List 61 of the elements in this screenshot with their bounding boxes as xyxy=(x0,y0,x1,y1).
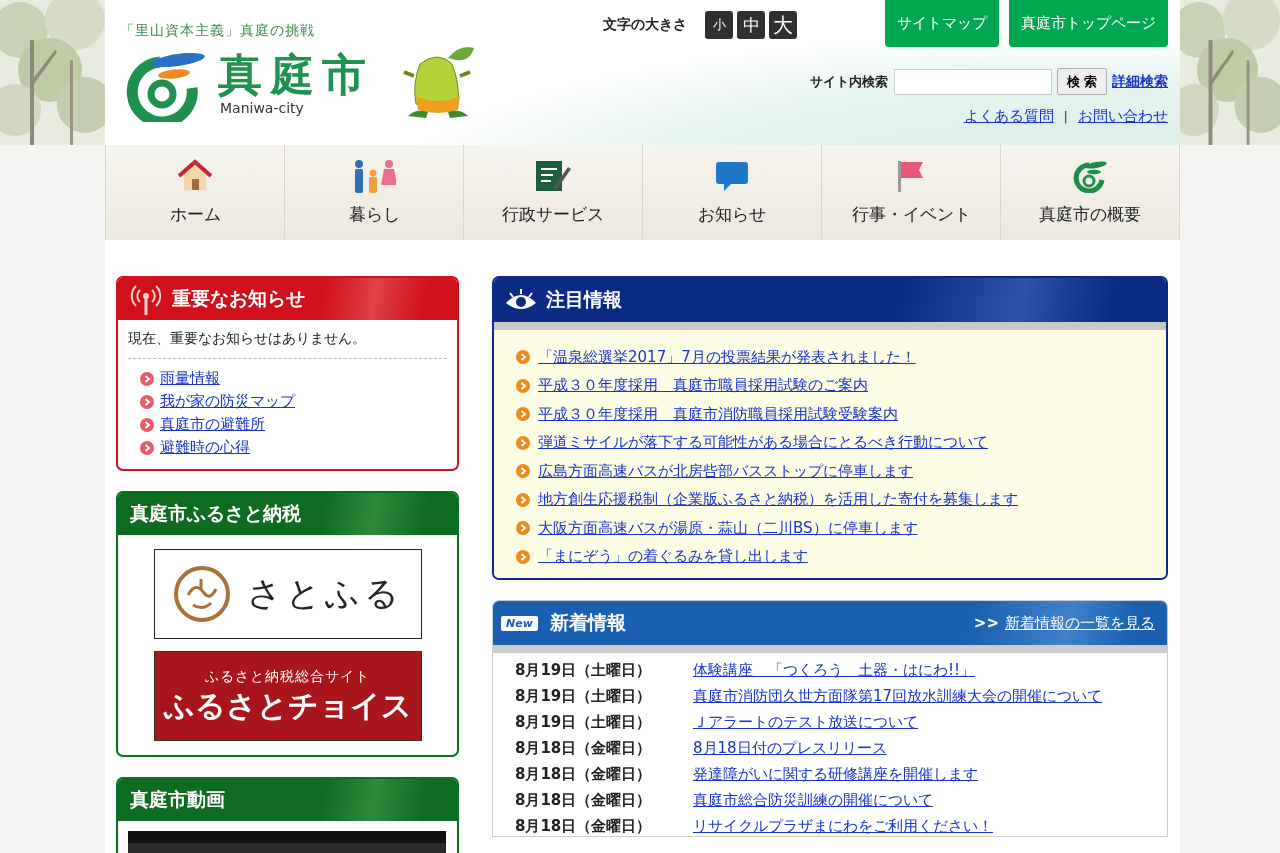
stamp-icon xyxy=(172,565,231,623)
news-date: 8月18日（金曜日） xyxy=(515,765,653,784)
news-link[interactable]: 発達障がいに関する研修講座を開催します xyxy=(693,765,1167,784)
contact-link[interactable]: お問い合わせ xyxy=(1078,107,1168,126)
furusato-choice-banner[interactable]: ふるさと納税総合サイト ふるさとチョイス xyxy=(153,651,422,741)
font-size-button[interactable]: 大 xyxy=(769,11,797,39)
news-date: 8月18日（金曜日） xyxy=(515,817,653,836)
news-date: 8月18日（金曜日） xyxy=(515,791,653,810)
search-button[interactable]: 検 索 xyxy=(1057,68,1107,95)
news-link[interactable]: 真庭市総合防災訓練の開催について xyxy=(693,791,1167,810)
featured-link[interactable]: 広島方面高速バスが北房呰部バスストップに停車します xyxy=(538,461,913,481)
news-link[interactable]: Ｊアラートのテスト放送について xyxy=(693,713,1167,732)
panel-title: 新着情報 xyxy=(549,610,626,635)
city-name: 真庭市 xyxy=(218,50,374,100)
notice-link[interactable]: 我が家の防災マップ xyxy=(160,392,295,411)
banner-subtitle: ふるさと納税総合サイト xyxy=(205,667,370,685)
notice-link[interactable]: 真庭市の避難所 xyxy=(160,415,265,434)
panel-title: 注目情報 xyxy=(546,287,622,312)
featured-link[interactable]: 地方創生応援税制（企業版ふるさと納税）を活用した寄付を募集します xyxy=(538,490,1018,510)
featured-link[interactable]: 平成３０年度採用 真庭市消防職員採用試験受験案内 xyxy=(538,404,898,424)
font-size-label: 文字の大きさ xyxy=(603,16,687,34)
advanced-search-link[interactable]: 詳細検索 xyxy=(1112,72,1168,91)
font-size-button[interactable]: 小 xyxy=(705,11,733,39)
city-name-romaji: Maniwa-city xyxy=(220,100,305,116)
city-emblem-icon xyxy=(1071,159,1109,193)
banner-title: さとふる xyxy=(246,572,403,615)
notice-link[interactable]: 雨量情報 xyxy=(160,369,220,388)
family-icon xyxy=(352,159,396,193)
news-link[interactable]: 体験講座 「つくろう 土器・はにわ!!」 xyxy=(693,661,1167,680)
news-link[interactable]: 8月18日付のプレスリリース xyxy=(693,739,1167,758)
satofuru-banner[interactable]: さとふる xyxy=(153,549,422,639)
faq-link[interactable]: よくある質問 xyxy=(963,107,1054,126)
tagline: 「里山資本主義」真庭の挑戦 xyxy=(120,22,316,40)
panel-title: 真庭市動画 xyxy=(130,787,225,812)
new-sign: New xyxy=(501,615,538,631)
news-date: 8月18日（金曜日） xyxy=(515,739,653,758)
featured-link[interactable]: 弾道ミサイルが落下する可能性がある場合にとるべき行動について xyxy=(538,433,988,453)
news-date: 8月19日（土曜日） xyxy=(515,661,653,680)
house-icon xyxy=(178,159,212,193)
featured-link[interactable]: 平成３０年度採用 真庭市職員採用試験のご案内 xyxy=(538,376,868,396)
news-link[interactable]: 真庭市消防団久世方面隊第17回放水訓練大会の開催について xyxy=(693,687,1167,706)
speech-bubble-icon xyxy=(715,159,749,193)
notice-link[interactable]: 避難時の心得 xyxy=(160,438,250,457)
banner-title: ふるさとチョイス xyxy=(163,687,412,725)
notice-message: 現在、重要なお知らせはありません。 xyxy=(128,330,447,359)
news-date: 8月19日（土曜日） xyxy=(515,713,653,732)
antenna-icon xyxy=(128,282,164,316)
font-size-button[interactable]: 中 xyxy=(737,11,765,39)
panel-title: 重要なお知らせ xyxy=(172,286,305,311)
panel-title: 真庭市ふるさと納税 xyxy=(130,501,301,526)
link-separator: | xyxy=(1063,109,1068,124)
news-list-link[interactable]: 新着情報の一覧を見る xyxy=(1005,613,1155,633)
search-label: サイト内検索 xyxy=(810,72,888,91)
document-pen-icon xyxy=(534,159,572,193)
search-field[interactable] xyxy=(894,68,1052,95)
featured-link[interactable]: 大阪方面高速バスが湯原・蒜山（二川BS）に停車します xyxy=(538,518,918,538)
link-arrows: >> xyxy=(973,613,999,633)
featured-link[interactable]: 「まにぞう」の着ぐるみを貸し出します xyxy=(538,547,808,567)
featured-link[interactable]: 「温泉総選挙2017」7月の投票結果が発表されました！ xyxy=(538,347,916,367)
news-link[interactable]: リサイクルプラザまにわをご利用ください！ xyxy=(693,817,1167,836)
news-date: 8月19日（土曜日） xyxy=(515,687,653,706)
